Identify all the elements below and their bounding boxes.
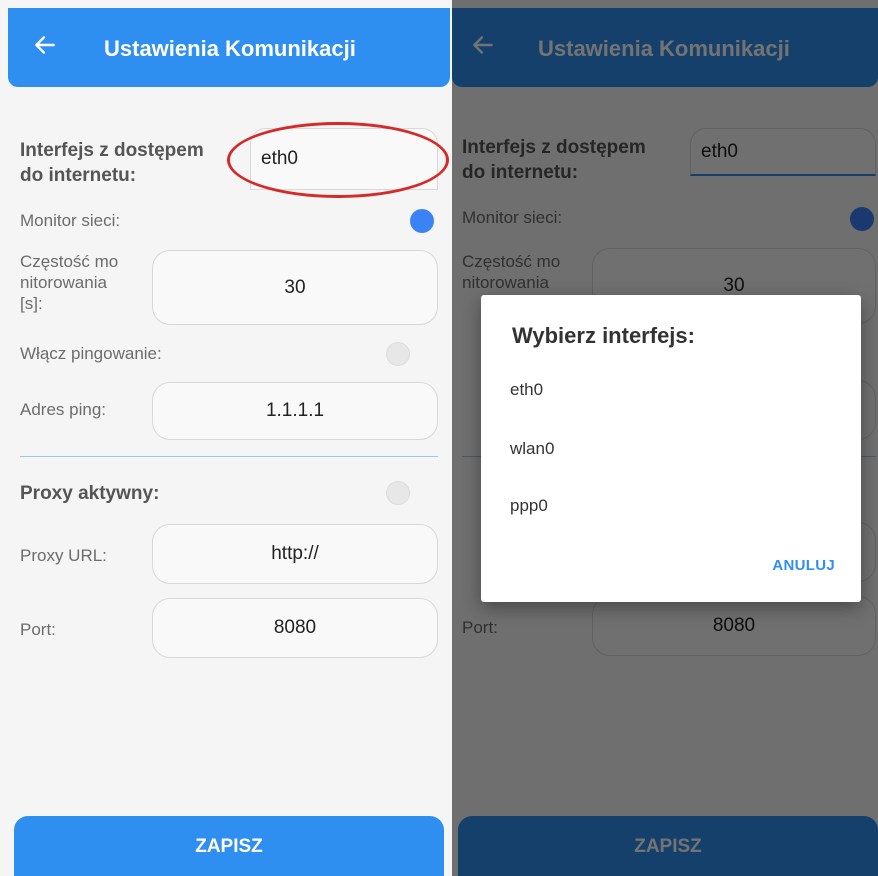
cancel-button[interactable]: ANULUJ bbox=[772, 557, 835, 574]
save-button[interactable]: ZAPISZ bbox=[14, 816, 444, 876]
page-title: Ustawienia Komunikacji bbox=[104, 36, 356, 61]
interface-label-line1: Interfejs z dostępem bbox=[20, 140, 204, 161]
app-bar: Ustawienia Komunikacji bbox=[8, 8, 450, 87]
port-label: Port: bbox=[20, 620, 56, 639]
monitor-label: Monitor sieci: bbox=[20, 211, 121, 230]
monitor-toggle[interactable] bbox=[410, 209, 434, 233]
dialog-option-eth0[interactable]: eth0 bbox=[510, 375, 830, 405]
proxy-label: Proxy aktywny: bbox=[20, 483, 160, 504]
settings-screen: Ustawienia Komunikacji Interfejs z dostę… bbox=[0, 0, 452, 876]
arrow-left-icon[interactable] bbox=[32, 32, 58, 58]
port-field[interactable]: 8080 bbox=[152, 598, 438, 658]
frequency-label-line1: Częstość mo bbox=[20, 252, 119, 271]
proxy-url-label: Proxy URL: bbox=[20, 546, 107, 565]
ping-toggle[interactable] bbox=[386, 342, 410, 366]
interface-label-line2: do internetu: bbox=[20, 165, 137, 186]
proxy-toggle[interactable] bbox=[386, 481, 410, 505]
dialog-option-wlan0[interactable]: wlan0 bbox=[510, 434, 830, 464]
ping-address-label: Adres ping: bbox=[20, 400, 106, 419]
proxy-url-field[interactable]: http:// bbox=[152, 524, 438, 584]
settings-screen-with-dialog: Ustawienia Komunikacji Interfejs z dostę… bbox=[452, 0, 878, 876]
section-divider bbox=[20, 456, 438, 457]
ping-address-field[interactable]: 1.1.1.1 bbox=[152, 382, 438, 440]
interface-picker-dialog: Wybierz interfejs: eth0 wlan0 ppp0 ANULU… bbox=[481, 295, 861, 602]
ping-label: Włącz pingowanie: bbox=[20, 344, 162, 363]
interface-field[interactable]: eth0 bbox=[250, 128, 438, 190]
frequency-label-line2: nitorowania bbox=[20, 273, 107, 292]
dialog-title: Wybierz interfejs: bbox=[512, 323, 695, 348]
frequency-field[interactable]: 30 bbox=[152, 250, 438, 325]
dialog-option-ppp0[interactable]: ppp0 bbox=[510, 491, 830, 521]
frequency-label-line3: [s]: bbox=[20, 294, 43, 313]
